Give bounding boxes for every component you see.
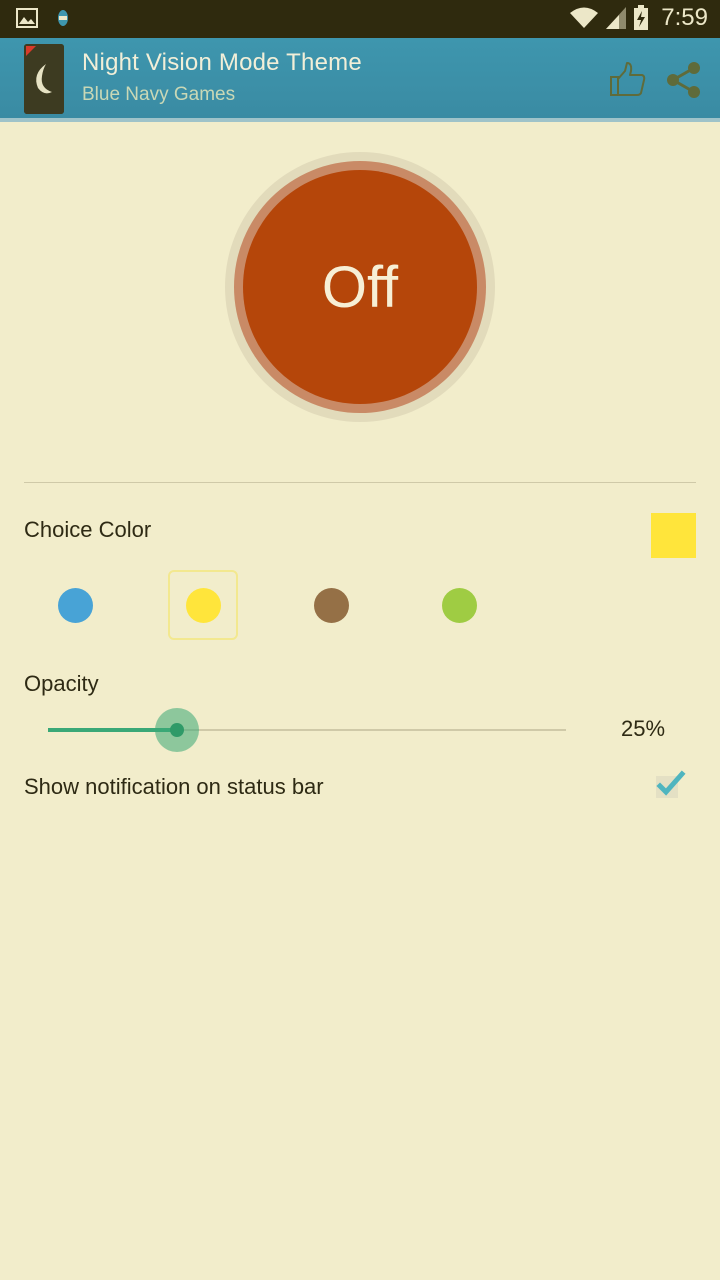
- notification-checkbox[interactable]: [654, 770, 686, 800]
- opacity-label: Opacity: [24, 671, 99, 696]
- selected-color-preview: [651, 513, 696, 558]
- status-time: 7:59: [661, 4, 708, 31]
- color-option-brown[interactable]: [296, 570, 366, 640]
- color-dot: [441, 587, 477, 623]
- battery-charging-icon: [634, 5, 649, 30]
- wifi-icon: [570, 7, 599, 28]
- divider: [24, 482, 696, 483]
- share-icon: [667, 62, 700, 98]
- choice-color-label: Choice Color: [24, 517, 152, 542]
- color-option-blue[interactable]: [40, 570, 110, 640]
- power-toggle-label: Off: [321, 254, 399, 320]
- notification-app-icon: [58, 10, 68, 26]
- checkmark-icon: [656, 770, 686, 798]
- app-bar: Night Vision Mode Theme Blue Navy Games: [0, 38, 720, 122]
- gallery-icon: [16, 8, 38, 28]
- share-button[interactable]: [664, 60, 704, 100]
- app-logo: [24, 44, 64, 114]
- color-dot: [185, 587, 221, 623]
- like-button[interactable]: [608, 60, 648, 100]
- thumbs-up-icon: [610, 62, 646, 96]
- opacity-value: 25%: [621, 716, 666, 741]
- status-bar: 7:59: [0, 0, 720, 38]
- app-title: Night Vision Mode Theme: [82, 49, 362, 76]
- app-subtitle: Blue Navy Games: [82, 84, 236, 105]
- power-toggle-ring: Off: [234, 161, 486, 413]
- notification-label: Show notification on status bar: [24, 774, 324, 799]
- slider-thumb[interactable]: [170, 723, 184, 737]
- power-toggle-frame: Off: [225, 152, 495, 422]
- color-dot: [57, 587, 93, 623]
- color-option-yellow[interactable]: [168, 570, 238, 640]
- opacity-slider[interactable]: [48, 708, 566, 752]
- signal-icon: [606, 7, 627, 29]
- color-dot: [313, 587, 349, 623]
- power-toggle-button[interactable]: Off: [243, 170, 477, 404]
- color-option-green[interactable]: [424, 570, 494, 640]
